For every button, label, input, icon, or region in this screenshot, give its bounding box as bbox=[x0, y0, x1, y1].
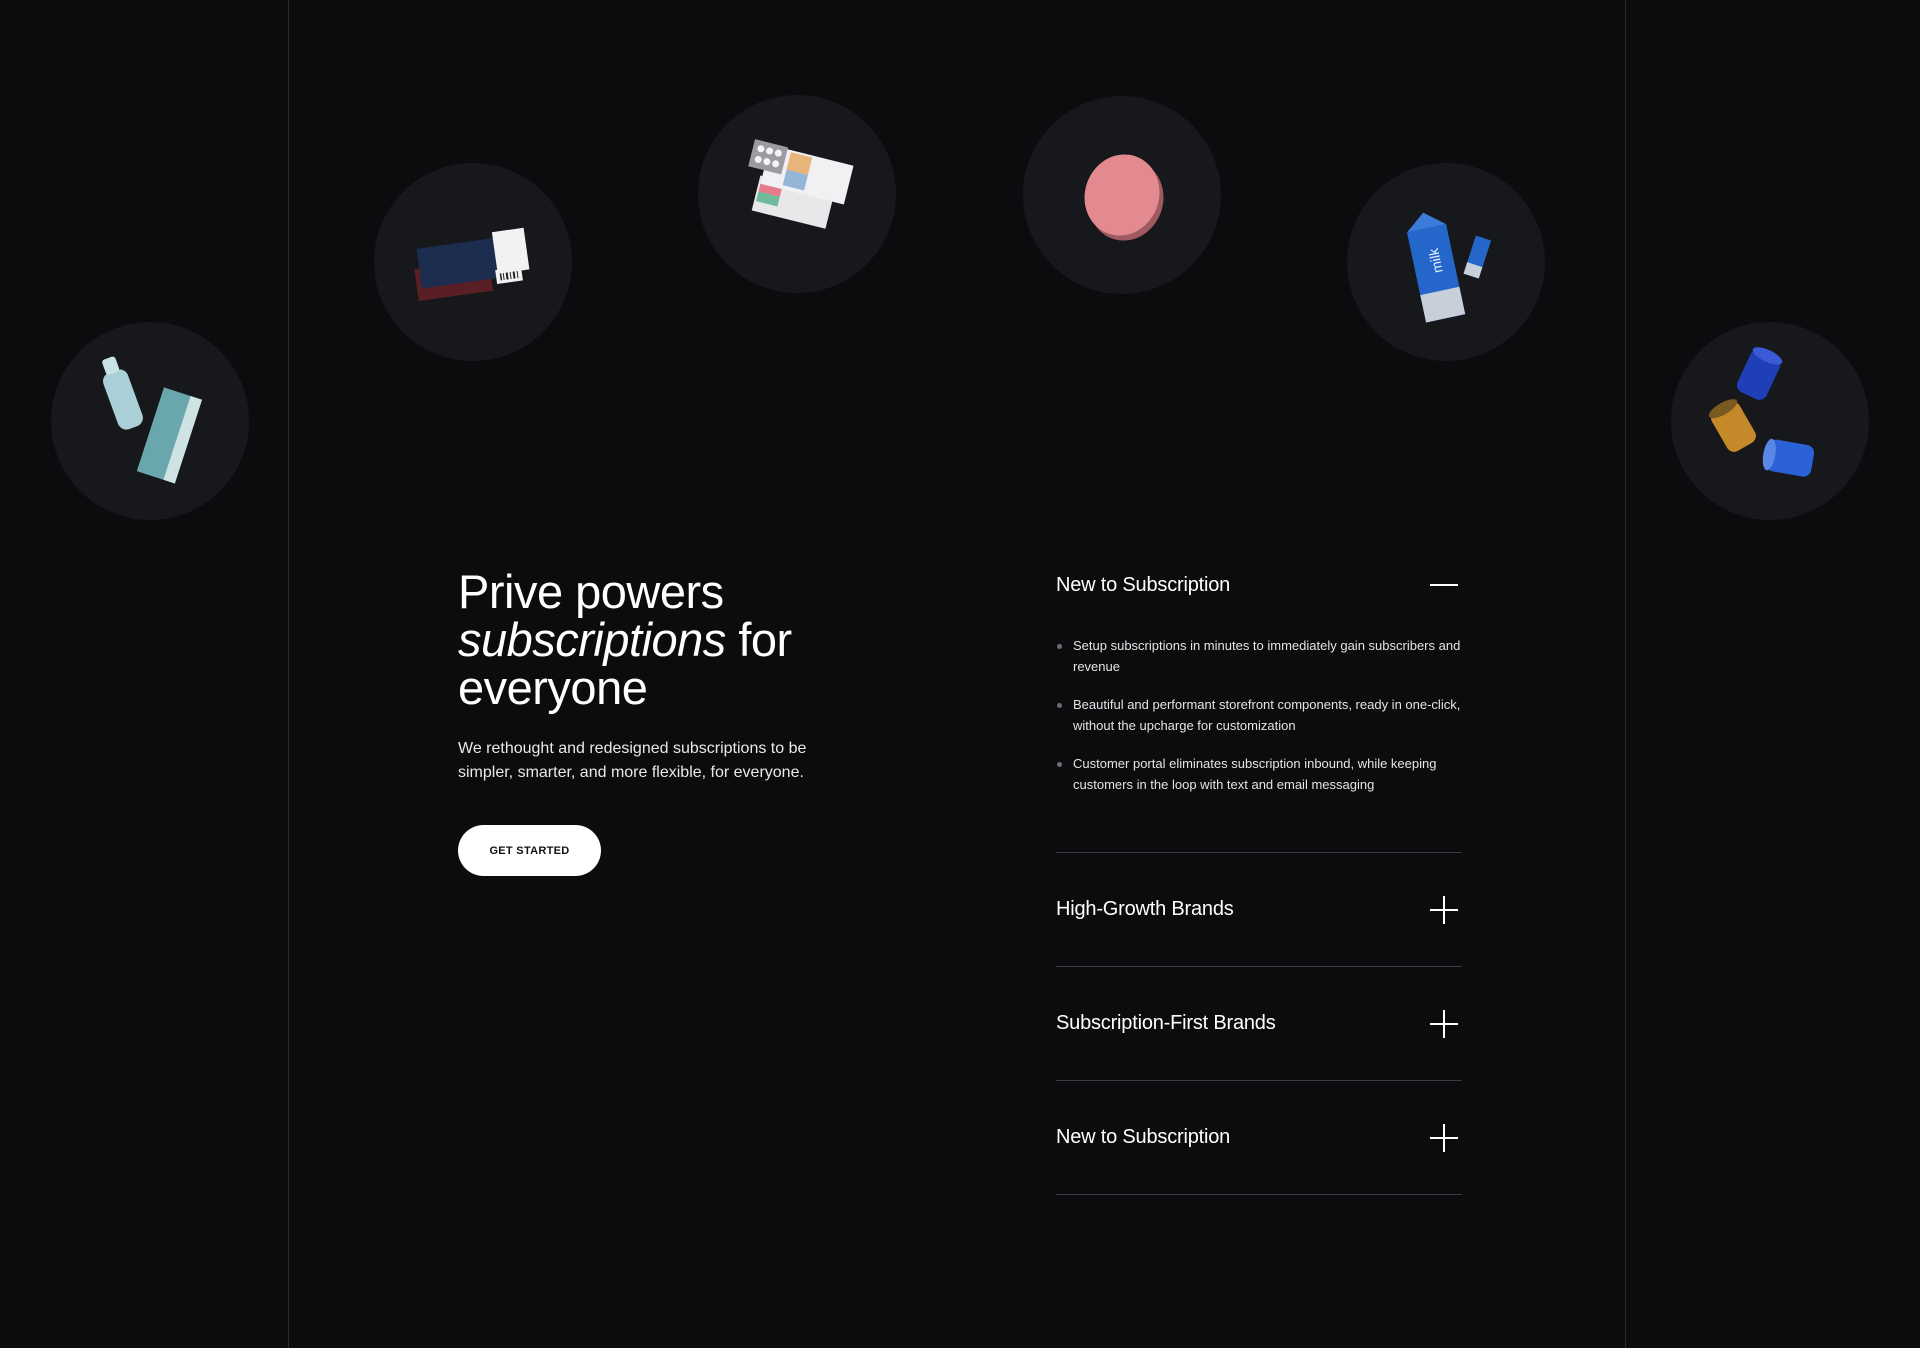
plus-icon[interactable] bbox=[1430, 895, 1458, 924]
minus-icon[interactable] bbox=[1430, 571, 1458, 599]
accordion-body: Setup subscriptions in minutes to immedi… bbox=[1056, 625, 1462, 852]
list-item-text: Setup subscriptions in minutes to immedi… bbox=[1073, 638, 1461, 674]
list-item: Setup subscriptions in minutes to immedi… bbox=[1056, 635, 1462, 677]
bullet-dot bbox=[1057, 762, 1062, 767]
guide-line-left bbox=[288, 0, 289, 1348]
guide-line-right bbox=[1625, 0, 1626, 1348]
pill-box-product bbox=[748, 139, 854, 229]
product-circle-milk: milk bbox=[1347, 163, 1545, 361]
accordion-item-new-to-subscription-2: New to Subscription bbox=[1056, 1081, 1462, 1195]
bottle-and-box-product bbox=[102, 356, 203, 484]
product-circle-bottle bbox=[51, 322, 249, 520]
compact-tin-product bbox=[1084, 154, 1164, 241]
accordion-header[interactable]: New to Subscription bbox=[1056, 545, 1462, 625]
accordion-title: New to Subscription bbox=[1056, 573, 1231, 596]
accordion-title: New to Subscription bbox=[1056, 1126, 1231, 1148]
get-started-button[interactable]: GET STARTED bbox=[458, 825, 601, 876]
list-item: Customer portal eliminates subscription … bbox=[1056, 753, 1462, 795]
product-circle-pills bbox=[698, 95, 896, 293]
accordion-item-subscription-first-brands: Subscription-First Brands bbox=[1056, 967, 1462, 1081]
list-item-text: Customer portal eliminates subscription … bbox=[1073, 756, 1437, 792]
hero-title-line3: everyone bbox=[458, 661, 648, 714]
feature-list: Setup subscriptions in minutes to immedi… bbox=[1056, 635, 1462, 795]
accordion-item-high-growth-brands: High-Growth Brands bbox=[1056, 853, 1462, 967]
bullet-dot bbox=[1057, 703, 1062, 708]
milk-carton-product: milk bbox=[1406, 212, 1492, 323]
ticket-cards-product bbox=[414, 227, 530, 302]
product-circle-tickets bbox=[374, 163, 572, 361]
plus-icon[interactable] bbox=[1430, 1009, 1458, 1038]
accordion-title: Subscription-First Brands bbox=[1056, 1012, 1276, 1034]
accordion-title: High-Growth Brands bbox=[1056, 898, 1234, 920]
hero-description: We rethought and redesigned subscription… bbox=[458, 740, 807, 781]
list-item: Beautiful and performant storefront comp… bbox=[1056, 694, 1462, 736]
plus-icon[interactable] bbox=[1430, 1123, 1458, 1152]
accordion-header[interactable]: Subscription-First Brands bbox=[1056, 967, 1462, 1080]
product-circle-tin bbox=[1023, 96, 1221, 294]
list-item-text: Beautiful and performant storefront comp… bbox=[1073, 697, 1461, 733]
accordion-header[interactable]: New to Subscription bbox=[1056, 1081, 1462, 1194]
hero-section: Prive powers subscriptions for everyone … bbox=[458, 568, 878, 785]
cans-product bbox=[1708, 347, 1815, 477]
product-circle-cans bbox=[1671, 322, 1869, 520]
accordion-header[interactable]: High-Growth Brands bbox=[1056, 853, 1462, 966]
hero-title-for: for bbox=[725, 613, 792, 666]
hero-title-line1: Prive powers bbox=[458, 565, 724, 618]
bullet-dot bbox=[1057, 644, 1062, 649]
hero-title-italic: subscriptions bbox=[458, 613, 726, 666]
hero-title: Prive powers subscriptions for everyone bbox=[458, 568, 878, 712]
audience-accordion: New to Subscription Setup subscriptions … bbox=[1056, 545, 1462, 1195]
accordion-item-new-to-subscription: New to Subscription Setup subscriptions … bbox=[1056, 545, 1462, 853]
